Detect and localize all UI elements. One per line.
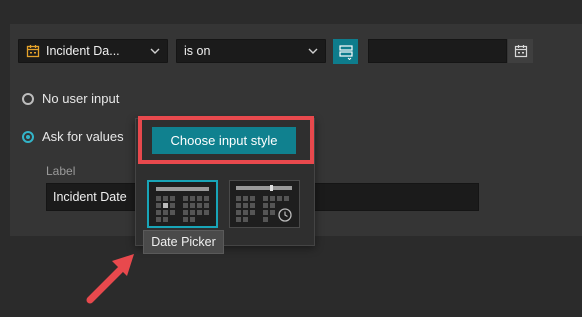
operator-dropdown[interactable]: is on [176,39,326,63]
radio-button[interactable] [22,130,34,143]
radio-label: Ask for values [42,129,124,144]
calendar-button[interactable] [508,39,533,63]
operator-dropdown-label: is on [184,44,211,58]
calendar-icon [26,45,40,58]
radio-no-user-input[interactable]: No user input [22,91,119,106]
arrow-icon [86,254,134,304]
chevron-down-icon [150,48,160,54]
label-input-value: Incident Date [53,190,127,204]
tooltip-date-picker: Date Picker [143,230,224,254]
date-picker-style-card[interactable] [147,180,218,228]
label-heading: Label [46,164,76,178]
calendar-icon [514,45,527,58]
radio-ask-for-values[interactable]: Ask for values [22,129,124,144]
date-picker-icon [156,187,209,222]
date-time-picker-style-card[interactable] [229,180,300,228]
value-source-button[interactable] [333,39,358,64]
radio-label: No user input [42,91,120,106]
value-input[interactable] [368,39,507,63]
choose-input-style-button[interactable]: Choose input style [152,127,296,154]
list-settings-icon [338,44,353,60]
field-dropdown-label: Incident Da... [46,44,120,58]
field-dropdown[interactable]: Incident Da... [18,39,168,63]
date-time-picker-icon [236,185,292,222]
radio-button[interactable] [22,92,34,105]
chevron-down-icon [308,48,318,54]
